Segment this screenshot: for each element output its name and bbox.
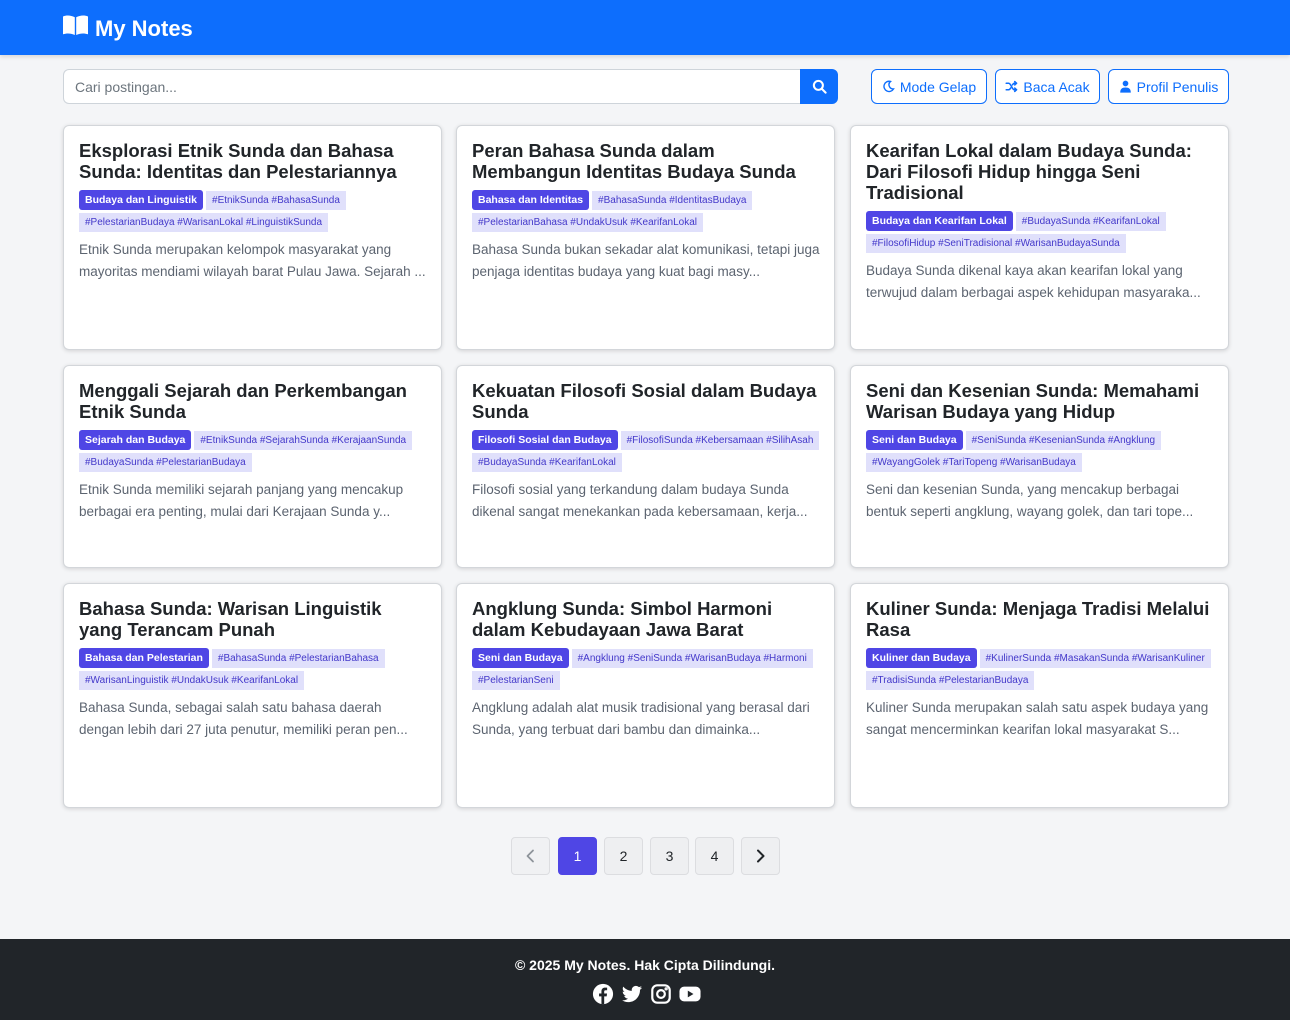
post-meta: Bahasa dan Pelestarian #BahasaSunda #Pele…: [79, 648, 427, 691]
post-title[interactable]: Kearifan Lokal dalam Budaya Sunda: Dari …: [866, 140, 1214, 203]
toolbar: Mode Gelap Baca Acak Profil Penulis: [63, 69, 1229, 104]
category-badge: Budaya dan Linguistik: [79, 190, 204, 210]
post-card[interactable]: Peran Bahasa Sunda dalam Membangun Ident…: [456, 125, 835, 350]
category-badge: Seni dan Budaya: [472, 648, 569, 668]
post-card[interactable]: Kearifan Lokal dalam Budaya Sunda: Dari …: [850, 125, 1229, 350]
page-button-3[interactable]: 3: [650, 837, 689, 875]
post-excerpt: Bahasa Sunda bukan sekadar alat komunika…: [472, 242, 820, 279]
twitter-icon[interactable]: [620, 982, 643, 1005]
search-input[interactable]: [63, 69, 800, 104]
post-title[interactable]: Peran Bahasa Sunda dalam Membangun Ident…: [472, 140, 820, 182]
category-badge: Bahasa dan Pelestarian: [79, 648, 209, 668]
page-button-4[interactable]: 4: [695, 837, 734, 875]
next-page-button[interactable]: [741, 837, 780, 875]
dark-mode-button[interactable]: Mode Gelap: [871, 69, 987, 104]
post-meta: Kuliner dan Budaya #KulinerSunda #Masakan…: [866, 648, 1214, 691]
brand-link[interactable]: My Notes: [62, 14, 193, 43]
post-meta: Budaya dan Linguistik #EtnikSunda #Bahasa…: [79, 190, 427, 233]
random-read-label: Baca Acak: [1023, 78, 1090, 95]
footer: © 2025 My Notes. Hak Cipta Dilindungi.: [0, 939, 1290, 1020]
search-icon: [812, 79, 827, 94]
post-title[interactable]: Kuliner Sunda: Menjaga Tradisi Melalui R…: [866, 598, 1214, 640]
post-title[interactable]: Angklung Sunda: Simbol Harmoni dalam Keb…: [472, 598, 820, 640]
top-navbar: My Notes: [0, 0, 1290, 55]
category-badge: Seni dan Budaya: [866, 430, 963, 450]
brand-title: My Notes: [95, 15, 193, 41]
author-profile-label: Profil Penulis: [1136, 78, 1219, 95]
instagram-icon[interactable]: [649, 982, 672, 1005]
post-excerpt: Kuliner Sunda merupakan salah satu aspek…: [866, 700, 1209, 737]
author-profile-button[interactable]: Profil Penulis: [1108, 69, 1229, 104]
post-excerpt: Seni dan kesenian Sunda, yang mencakup b…: [866, 482, 1194, 519]
post-title[interactable]: Seni dan Kesenian Sunda: Memahami Warisa…: [866, 380, 1214, 422]
chevron-right-icon: [755, 849, 766, 863]
chevron-left-icon: [525, 849, 536, 863]
post-card[interactable]: Eksplorasi Etnik Sunda dan Bahasa Sunda:…: [63, 125, 442, 350]
page-button-2[interactable]: 2: [604, 837, 643, 875]
search-bar: [63, 69, 838, 104]
post-excerpt: Bahasa Sunda, sebagai salah satu bahasa …: [79, 700, 408, 737]
post-title[interactable]: Menggali Sejarah dan Perkembangan Etnik …: [79, 380, 427, 422]
social-links: [591, 982, 701, 1005]
category-badge: Budaya dan Kearifan Lokal: [866, 211, 1013, 231]
post-meta: Bahasa dan Identitas #BahasaSunda #Identi…: [472, 190, 820, 233]
user-icon: [1119, 80, 1132, 93]
facebook-icon[interactable]: [591, 982, 614, 1005]
post-title[interactable]: Eksplorasi Etnik Sunda dan Bahasa Sunda:…: [79, 140, 427, 182]
youtube-icon[interactable]: [678, 982, 701, 1005]
post-meta: Budaya dan Kearifan Lokal #BudayaSunda #K…: [866, 211, 1214, 254]
category-badge: Sejarah dan Budaya: [79, 430, 192, 450]
post-excerpt: Angklung adalah alat musik tradisional y…: [472, 700, 810, 737]
dark-mode-label: Mode Gelap: [899, 78, 977, 95]
copyright-text: © 2025 My Notes. Hak Cipta Dilindungi.: [514, 957, 776, 973]
post-excerpt: Etnik Sunda memiliki sejarah panjang yan…: [79, 482, 404, 519]
post-title[interactable]: Bahasa Sunda: Warisan Linguistik yang Te…: [79, 598, 427, 640]
random-read-button[interactable]: Baca Acak: [995, 69, 1100, 104]
post-card[interactable]: Seni dan Kesenian Sunda: Memahami Warisa…: [850, 365, 1229, 568]
post-meta: Sejarah dan Budaya #EtnikSunda #SejarahSu…: [79, 430, 427, 473]
category-badge: Bahasa dan Identitas: [472, 190, 590, 210]
post-meta: Seni dan Budaya #Angklung #SeniSunda #War…: [472, 648, 820, 691]
post-excerpt: Budaya Sunda dikenal kaya akan kearifan …: [866, 263, 1201, 300]
post-excerpt: Etnik Sunda merupakan kelompok masyaraka…: [79, 242, 426, 279]
post-card[interactable]: Bahasa Sunda: Warisan Linguistik yang Te…: [63, 583, 442, 808]
search-button[interactable]: [800, 69, 838, 104]
post-card[interactable]: Kuliner Sunda: Menjaga Tradisi Melalui R…: [850, 583, 1229, 808]
post-meta: Filosofi Sosial dan Budaya #FilosofiSunda…: [472, 430, 820, 473]
post-meta: Seni dan Budaya #SeniSunda #KesenianSunda…: [866, 430, 1214, 473]
category-badge: Kuliner dan Budaya: [866, 648, 977, 668]
prev-page-button[interactable]: [511, 837, 550, 875]
post-card[interactable]: Menggali Sejarah dan Perkembangan Etnik …: [63, 365, 442, 568]
page-button-1[interactable]: 1: [558, 837, 597, 875]
post-card[interactable]: Kekuatan Filosofi Sosial dalam Budaya Su…: [456, 365, 835, 568]
shuffle-icon: [1005, 80, 1018, 93]
category-badge: Filosofi Sosial dan Budaya: [472, 430, 618, 450]
post-title[interactable]: Kekuatan Filosofi Sosial dalam Budaya Su…: [472, 380, 820, 422]
post-excerpt: Filosofi sosial yang terkandung dalam bu…: [472, 482, 808, 519]
moon-icon: [882, 80, 895, 93]
post-card[interactable]: Angklung Sunda: Simbol Harmoni dalam Keb…: [456, 583, 835, 808]
book-open-icon: [62, 14, 89, 43]
